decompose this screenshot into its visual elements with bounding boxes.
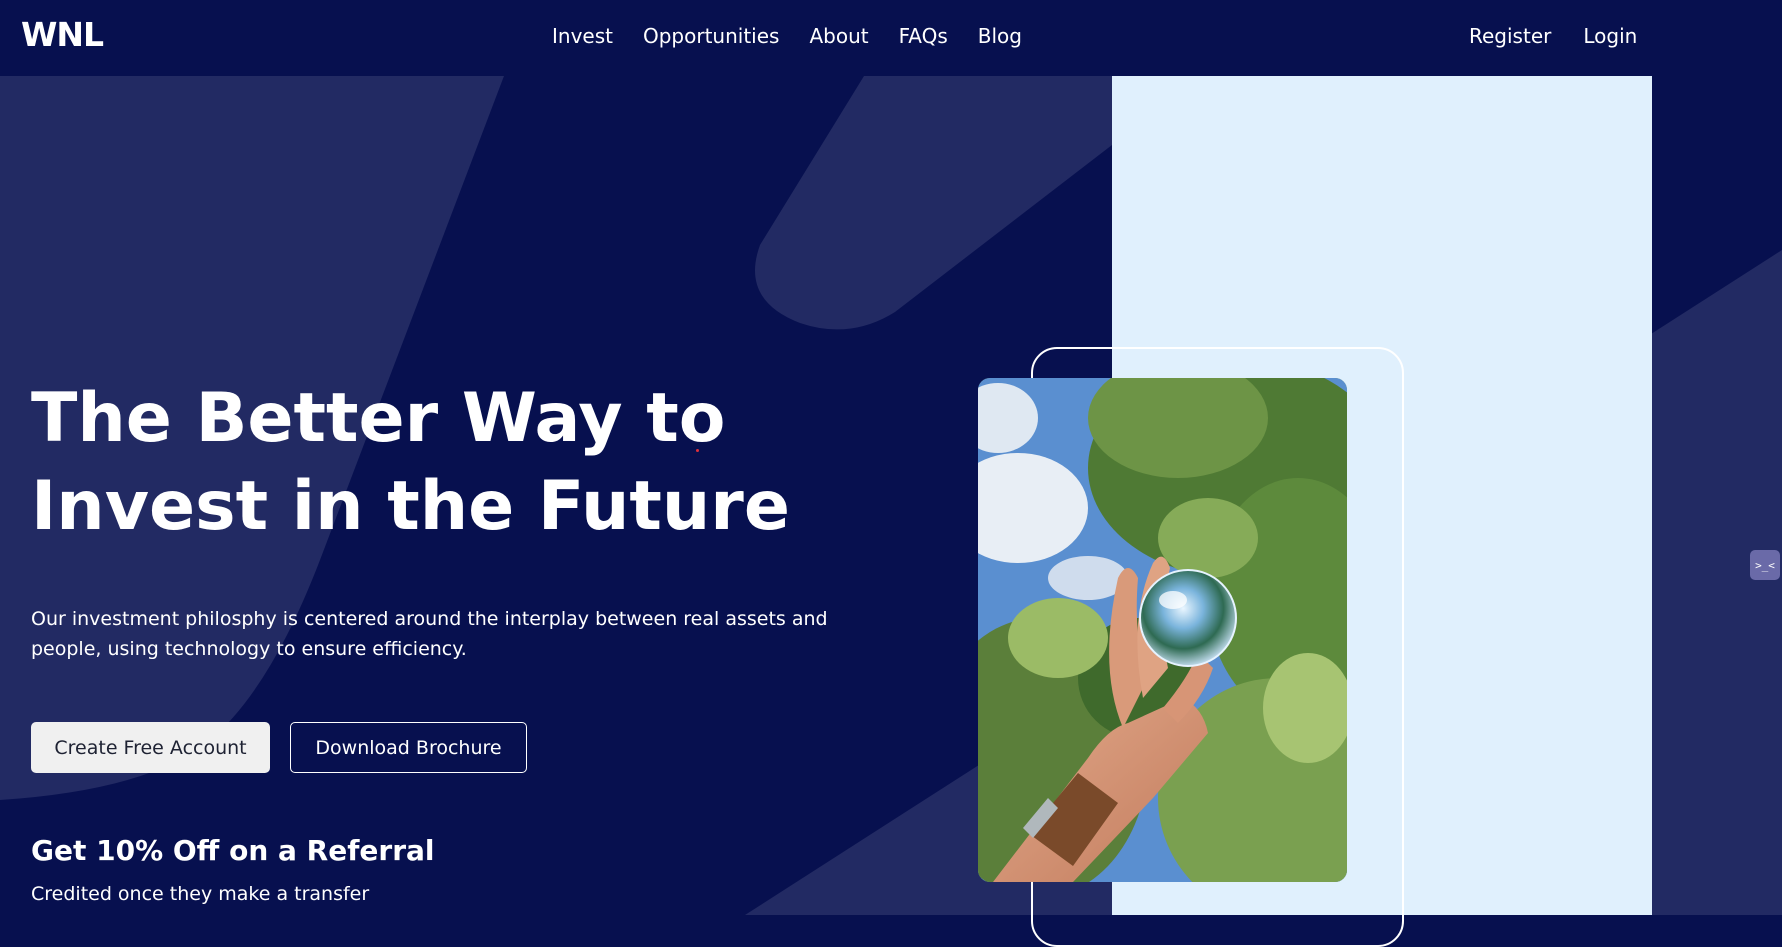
create-account-button[interactable]: Create Free Account [31,722,270,773]
hero-description: Our investment philosphy is centered aro… [31,608,828,660]
auth-nav: Register Login [1469,0,1637,72]
top-diagonal-bar [755,76,1112,330]
hero-title-line2: Invest in the Future [31,467,790,546]
download-brochure-button[interactable]: Download Brochure [290,722,527,773]
side-widget-icon[interactable]: >_< [1750,550,1780,580]
red-dot [696,449,699,452]
referral-subtitle: Credited once they make a transfer [31,883,370,905]
hero-photo [978,378,1347,882]
nav-opportunities[interactable]: Opportunities [643,24,779,48]
main-nav: Invest Opportunities About FAQs Blog [552,0,1022,72]
nav-faqs[interactable]: FAQs [899,24,948,48]
hero-title-line1: The Better Way to [31,379,726,458]
register-link[interactable]: Register [1469,24,1551,48]
hero-photo-illustration [978,378,1347,882]
nav-about[interactable]: About [809,24,868,48]
nav-blog[interactable]: Blog [978,24,1022,48]
navbar: WNL Invest Opportunities About FAQs Blog… [0,0,1782,76]
hero-title: The Better Way to Invest in the Future [31,375,791,551]
logo[interactable]: WNL [21,15,104,54]
referral-title: Get 10% Off on a Referral [31,834,435,867]
login-link[interactable]: Login [1583,24,1637,48]
nav-invest[interactable]: Invest [552,24,613,48]
